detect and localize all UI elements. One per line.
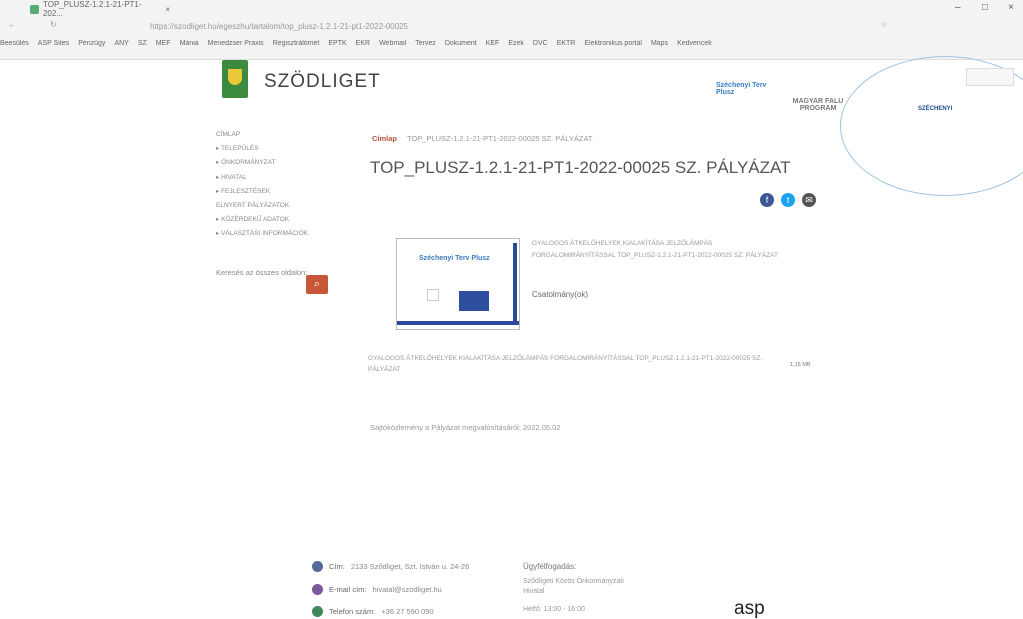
facebook-share-icon[interactable]: f [760,193,774,207]
address-value: 2133 Sződliget, Szt. István u. 24-26 [350,562,470,571]
email-share-icon[interactable]: ✉ [802,193,816,207]
phone-value: +36 27 590 090 [381,607,434,616]
browser-chrome: TOP_PLUSZ-1.2.1-21-PT1-202... × – □ × ← … [0,0,1023,60]
bookmark-item[interactable]: Ezek [508,40,524,47]
back-icon[interactable]: ← [8,20,16,29]
footer-email: E-mail cím: hivatal@szodliget.hu [312,584,442,595]
press-release-date: Sajtóközlemény a Pályázat megvalósításár… [370,423,561,432]
email-value[interactable]: hivatal@szodliget.hu [373,585,442,594]
bookmark-item[interactable]: Maps [651,40,668,47]
maximize-icon[interactable]: □ [982,2,988,13]
bookmark-item[interactable]: Dokument [445,40,477,47]
email-icon [312,584,323,595]
email-label: E-mail cím: [329,585,367,594]
star-icon[interactable]: ☆ [880,20,887,29]
bookmark-item[interactable]: Elektronikus portál [584,40,642,47]
minimize-icon[interactable]: – [955,2,961,13]
site-name[interactable]: SZÖDLIGET [264,71,381,93]
poster-bottom-stripe [397,321,519,325]
breadcrumb-current: TOP_PLUSZ-1.2.1-21-PT1-2022-00025 SZ. PÁ… [406,134,593,143]
bookmark-item[interactable]: Webmail [379,40,406,47]
bookmark-item[interactable]: Tervez [415,40,436,47]
search-button[interactable]: ⌕ [306,275,328,294]
nav-item-valasztasi-informaciok[interactable]: ▸ VÁLASZTÁSI INFORMÁCIÓK [216,227,336,241]
search-label: Keresés az összes oldalon: [216,268,308,277]
bookmark-item[interactable]: Pénzügy [78,40,105,47]
footer-phone: Telefon szám: +36 27 590 090 [312,606,434,617]
twitter-share-icon[interactable]: t [781,193,795,207]
bookmark-item[interactable]: Beesülés [0,40,29,47]
page: TOP_PLUSZ-1.2.1-21-PT1-202... × – □ × ← … [0,0,1023,619]
attachment-file-link[interactable]: GYALOGOS ÁTKELŐHELYEK KIALAKÍTÁSA JELZŐL… [368,353,778,375]
bookmark-item[interactable]: EPTK [328,40,346,47]
search-icon: ⌕ [313,278,321,290]
tab-strip: TOP_PLUSZ-1.2.1-21-PT1-202... × – □ × [0,0,1023,18]
bookmark-item[interactable]: KEF [486,40,500,47]
phone-label: Telefon szám: [329,607,376,616]
project-description: GYALOGOS ÁTKELŐHELYEK KIALAKÍTÁSA JELZŐL… [532,240,779,259]
service-hours-title: Ügyfélfogadás: [523,562,577,571]
footer-address: Cím: 2133 Sződliget, Szt. István u. 24-2… [312,561,469,572]
szechenyi-logo: Széchenyi Terv Plusz [716,82,767,96]
nav-item-hivatal[interactable]: ▸ HIVATAL [216,171,336,185]
attachments-label: Csatolmány(ok) [532,290,589,299]
close-window-icon[interactable]: × [1008,2,1014,13]
attachment-file-size: 1,15 MB [790,362,811,368]
eu-flag-icon [459,291,489,311]
reload-icon[interactable]: ↻ [50,20,57,29]
asp-watermark: asp [734,598,765,619]
bookmark-item[interactable]: ASP Sites [38,40,69,47]
tab-title: TOP_PLUSZ-1.2.1-21-PT1-202... [42,0,142,18]
bookmark-item[interactable]: Kedvencek [677,40,712,47]
service-hours: Hétfő: 13:00 - 16:00 [523,606,585,613]
poster-szechenyi-logo: Széchenyi Terv Plusz [419,255,490,262]
bookmark-item[interactable]: Regisztrálómet [273,40,320,47]
favicon-icon [30,4,39,14]
nav-item-telepules[interactable]: ▸ TELEPÜLÉS [216,142,336,156]
magyar-falu-logo: MAGYAR FALU PROGRAM [792,98,844,112]
address-bar-row: ← ↻ https://szodliget.hu/egeszhu/tartalo… [0,20,1023,38]
bookmark-list: Beesülés ASP Sites Pénzügy ÁNY SZ MEF Mánia Men… [0,40,721,47]
sidebar-nav: CÍMLAP ▸ TELEPÜLÉS ▸ ÖNKORMÁNYZAT ▸ HIVA… [216,128,336,242]
nav-item-fejlesztesek[interactable]: ▸ FEJLESZTÉSEK [216,185,336,199]
eu-badge [966,68,1014,86]
bookmarks-bar: Beesülés ASP Sites Pénzügy ÁNY SZ MEF Mánia Men… [0,40,1023,54]
tab-close-icon[interactable]: × [165,5,170,14]
phone-icon [312,606,323,617]
address-bar[interactable]: https://szodliget.hu/egeszhu/tartalom/to… [150,22,408,31]
breadcrumb-home[interactable]: Címlap [372,134,397,143]
location-icon [312,561,323,572]
bookmark-item[interactable]: EKR [356,40,370,47]
browser-tab[interactable]: TOP_PLUSZ-1.2.1-21-PT1-202... × [30,0,170,18]
bookmark-item[interactable]: MEF [156,40,171,47]
bookmark-item[interactable]: ÁNY [114,40,128,47]
poster-side-stripe [513,243,517,325]
bookmark-item[interactable]: SZ [138,40,147,47]
service-office: Sződligeti Közös Önkormányzati Hivatal [523,578,624,595]
nav-item-kozerdeku-adatok[interactable]: ▸ KÖZÉRDEKŰ ADATOK [216,213,336,227]
poster-emblem [427,289,439,301]
address-label: Cím: [329,562,345,571]
nav-item-elnyert-palyazatok[interactable]: ELNYERT PÁLYÁZATOK [216,199,336,213]
bookmark-item[interactable]: EKTR [557,40,576,47]
nav-item-onkormanyzat[interactable]: ▸ ÖNKORMÁNYZAT [216,156,336,170]
bookmark-item[interactable]: Menedzser Praxis [208,40,264,47]
bookmark-item[interactable]: DVC [533,40,548,47]
bookmark-item[interactable]: Mánia [180,40,199,47]
szechenyi-badge-label: SZÉCHENYI [918,106,953,112]
page-title: TOP_PLUSZ-1.2.1-21-PT1-2022-00025 SZ. PÁ… [370,158,791,177]
breadcrumb: Címlap TOP_PLUSZ-1.2.1-21-PT1-2022-00025… [372,134,592,143]
nav-item-cimlap[interactable]: CÍMLAP [216,128,336,142]
project-poster-image[interactable]: Széchenyi Terv Plusz [396,238,520,330]
coat-of-arms-logo[interactable] [222,60,248,98]
